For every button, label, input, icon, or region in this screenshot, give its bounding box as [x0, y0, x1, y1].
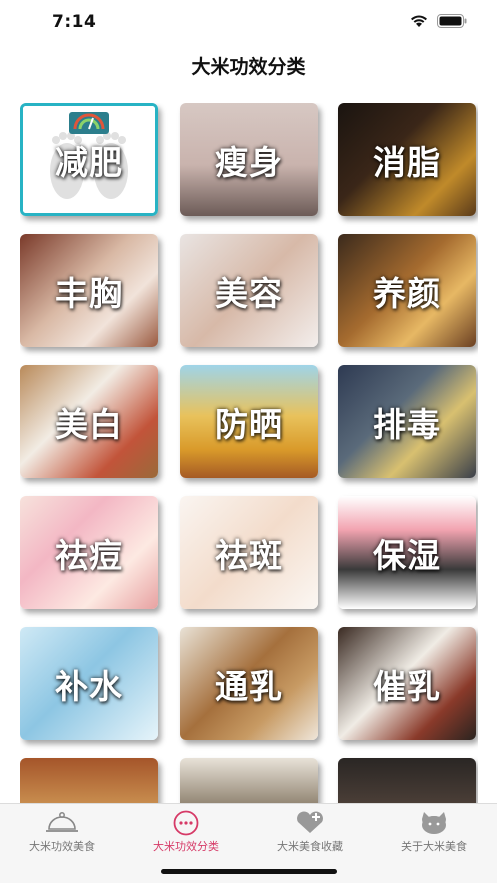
page-title: 大米功效分类 — [191, 56, 306, 78]
tab-rice-food[interactable]: 大米功效美食 — [0, 810, 124, 854]
tile-label: 通乳 — [215, 666, 283, 706]
category-tile-row6-2[interactable] — [180, 758, 318, 803]
tile-label: 美白 — [55, 404, 123, 444]
category-tile-promote-milk[interactable]: 催乳 — [338, 627, 476, 740]
tile-label: 排毒 — [373, 404, 441, 444]
tab-label: 大米功效分类 — [153, 840, 219, 853]
tab-label: 关于大米美食 — [401, 840, 467, 853]
cloche-icon — [0, 810, 124, 836]
category-grid: 减肥 瘦身 消脂 丰胸 美容 养颜 美白 防晒 排毒 祛痘 祛斑 保湿 补水 通… — [20, 103, 478, 803]
heart-plus-icon — [248, 810, 372, 836]
tab-about-rice[interactable]: 关于大米美食 — [372, 810, 496, 854]
battery-icon — [437, 14, 467, 28]
tile-image — [338, 758, 476, 803]
tile-label: 美容 — [215, 273, 283, 313]
tile-label: 补水 — [55, 666, 123, 706]
category-tile-hydrate[interactable]: 补水 — [20, 627, 158, 740]
tab-label: 大米功效美食 — [29, 840, 95, 853]
category-tile-row6-1[interactable] — [20, 758, 158, 803]
chat-bubble-icon — [124, 810, 248, 836]
category-tile-nourish[interactable]: 养颜 — [338, 234, 476, 347]
tab-rice-favorites[interactable]: 大米美食收藏 — [248, 810, 372, 854]
category-tile-slimming[interactable]: 瘦身 — [180, 103, 318, 216]
tab-label: 大米美食收藏 — [277, 840, 343, 853]
category-tile-spots[interactable]: 祛斑 — [180, 496, 318, 609]
category-tile-lose-weight[interactable]: 减肥 — [20, 103, 158, 216]
tile-label: 催乳 — [373, 666, 441, 706]
wifi-icon — [409, 14, 429, 28]
tile-label: 祛斑 — [215, 535, 283, 575]
status-icons — [409, 14, 467, 28]
category-tile-lactation[interactable]: 通乳 — [180, 627, 318, 740]
tile-label: 消脂 — [373, 142, 441, 182]
tile-image — [180, 758, 318, 803]
status-time: 7:14 — [52, 12, 97, 32]
tile-label: 丰胸 — [55, 273, 123, 313]
tile-label: 减肥 — [55, 142, 123, 182]
tile-label: 瘦身 — [215, 142, 283, 182]
tile-label: 保湿 — [373, 535, 441, 575]
status-bar: 7:14 — [0, 0, 497, 44]
category-tile-sunscreen[interactable]: 防晒 — [180, 365, 318, 478]
category-tile-breast[interactable]: 丰胸 — [20, 234, 158, 347]
tile-label: 养颜 — [373, 273, 441, 313]
category-tile-moisturize[interactable]: 保湿 — [338, 496, 476, 609]
category-tile-whitening[interactable]: 美白 — [20, 365, 158, 478]
category-tile-detox[interactable]: 排毒 — [338, 365, 476, 478]
category-tile-acne[interactable]: 祛痘 — [20, 496, 158, 609]
tab-rice-category[interactable]: 大米功效分类 — [124, 810, 248, 854]
category-tile-fat-burn[interactable]: 消脂 — [338, 103, 476, 216]
tile-label: 防晒 — [215, 404, 283, 444]
category-tile-row6-3[interactable] — [338, 758, 476, 803]
tile-image — [20, 758, 158, 803]
cat-face-icon — [372, 810, 496, 836]
category-tile-beauty[interactable]: 美容 — [180, 234, 318, 347]
home-indicator[interactable] — [161, 869, 337, 874]
tile-label: 祛痘 — [55, 535, 123, 575]
